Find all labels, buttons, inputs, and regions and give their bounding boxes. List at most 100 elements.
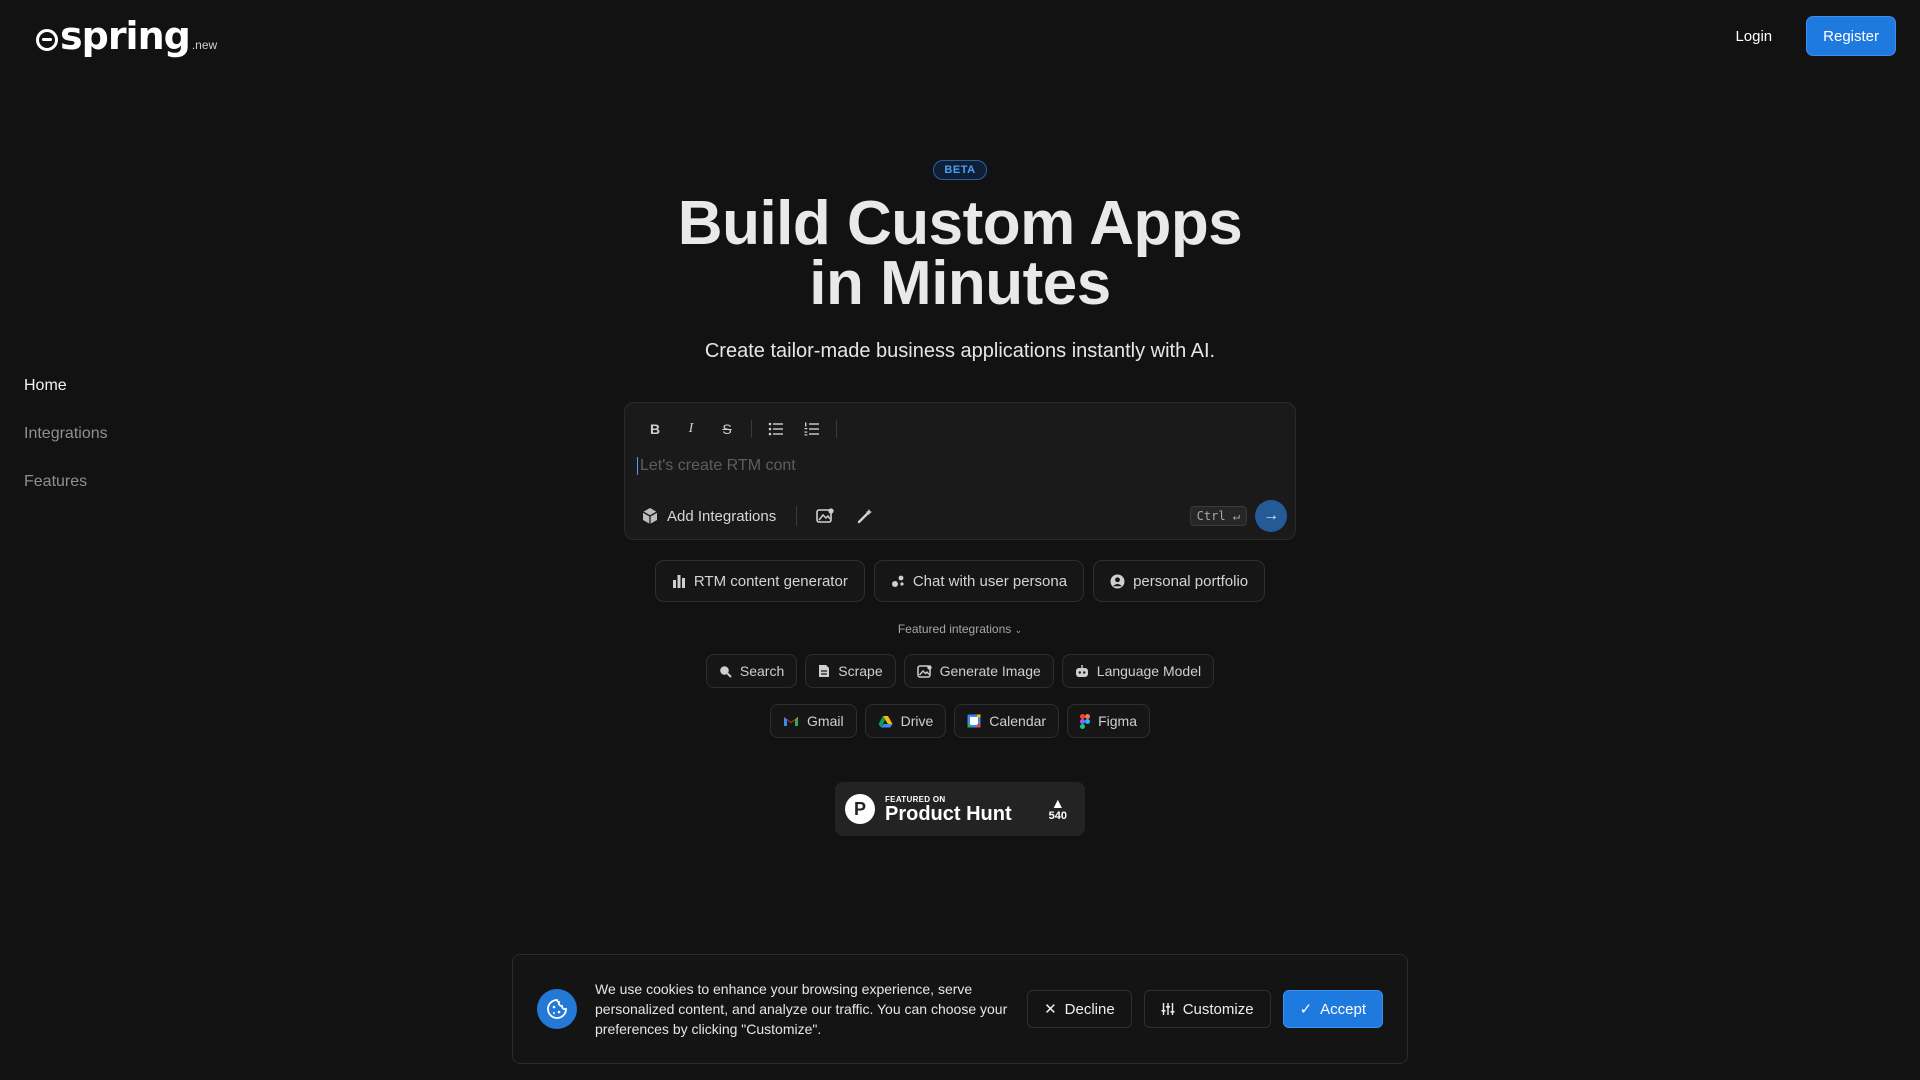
integration-chip-label: Figma xyxy=(1098,713,1137,729)
page: spring .new Login Register Home Integrat… xyxy=(0,0,1920,1080)
logo[interactable]: spring .new xyxy=(36,14,217,58)
bold-button[interactable]: B xyxy=(637,417,673,441)
decline-label: Decline xyxy=(1064,1000,1115,1018)
numbered-list-icon xyxy=(804,422,819,436)
add-integrations-button[interactable]: Add Integrations xyxy=(641,507,776,525)
sliders-icon xyxy=(1161,1003,1175,1015)
cube-icon xyxy=(642,508,658,524)
hero-title-line2: in Minutes xyxy=(809,249,1111,318)
product-hunt-big: Product Hunt xyxy=(885,802,1012,825)
integration-chip-language-model[interactable]: Language Model xyxy=(1061,654,1215,688)
product-hunt-logo-icon: P xyxy=(845,794,875,824)
logo-word: spring xyxy=(60,14,191,58)
user-circle-icon xyxy=(1110,574,1125,588)
arrow-right-icon: → xyxy=(1263,507,1279,524)
product-hunt-badge[interactable]: P FEATURED ON Product Hunt ▲ 540 xyxy=(835,782,1085,836)
accept-label: Accept xyxy=(1320,1000,1366,1018)
accept-button[interactable]: ✓ Accept xyxy=(1282,990,1383,1028)
footer-divider xyxy=(796,506,798,526)
calendar-icon xyxy=(967,714,981,728)
customize-button[interactable]: Customize xyxy=(1143,990,1271,1028)
integration-chip-search[interactable]: Search xyxy=(705,654,798,688)
featured-integrations-toggle[interactable]: Featured integrations ⌄ xyxy=(0,622,1920,636)
featured-integrations-label: Featured integrations xyxy=(897,622,1012,636)
integration-chip-calendar[interactable]: Calendar xyxy=(954,704,1060,738)
suggestion-chip-label: personal portfolio xyxy=(1133,572,1249,590)
integrations-row: Search Scrape Generate Image Language Mo… xyxy=(0,654,1920,688)
customize-label: Customize xyxy=(1182,1000,1254,1018)
cookie-banner: We use cookies to enhance your browsing … xyxy=(512,954,1408,1064)
italic-icon: I xyxy=(688,421,694,436)
close-icon: ✕ xyxy=(1044,1001,1057,1018)
prompt-input[interactable] xyxy=(637,457,1277,475)
toolbar-divider xyxy=(751,420,752,438)
wand-icon xyxy=(858,509,873,524)
sidebar-item-home[interactable]: Home xyxy=(24,376,108,396)
product-hunt-vote-count: 540 xyxy=(1048,810,1067,822)
suggestion-chips: RTM content generator Chat with user per… xyxy=(0,560,1920,602)
strikethrough-icon: S xyxy=(722,421,732,437)
cookie-actions: ✕ Decline Customize ✓ Accept xyxy=(1027,990,1383,1028)
upvote-triangle-icon: ▲ xyxy=(1050,795,1065,811)
italic-button[interactable]: I xyxy=(673,417,709,441)
add-integrations-label: Add Integrations xyxy=(667,507,777,525)
integration-chip-generate-image[interactable]: Generate Image xyxy=(903,654,1054,688)
decline-button[interactable]: ✕ Decline xyxy=(1027,990,1132,1028)
suggestion-chip[interactable]: Chat with user persona xyxy=(873,560,1085,602)
robot-icon xyxy=(1075,664,1088,677)
integration-chip-label: Search xyxy=(739,663,785,679)
integration-chip-drive[interactable]: Drive xyxy=(864,704,947,738)
suggestion-chip[interactable]: personal portfolio xyxy=(1093,560,1266,602)
integration-chip-gmail[interactable]: Gmail xyxy=(770,704,857,738)
document-icon xyxy=(819,665,830,677)
sidebar-item-integrations[interactable]: Integrations xyxy=(24,424,108,444)
sidebar-item-features[interactable]: Features xyxy=(24,472,108,492)
bar-chart-icon xyxy=(672,575,685,588)
integration-chip-label: Calendar xyxy=(989,713,1047,729)
integration-chip-label: Generate Image xyxy=(939,663,1041,679)
image-plus-icon xyxy=(816,508,834,523)
figma-icon xyxy=(1080,713,1091,729)
send-button[interactable]: → xyxy=(1255,500,1287,532)
suggestion-chip-label: RTM content generator xyxy=(693,572,848,590)
numbered-list-button[interactable] xyxy=(794,417,830,441)
hero: BETA Build Custom Apps in Minutes Create… xyxy=(0,160,1920,363)
image-upload-button[interactable] xyxy=(811,502,839,530)
integration-chip-scrape[interactable]: Scrape xyxy=(805,654,896,688)
prompt-editor: B I S Add Integrations xyxy=(624,402,1296,540)
integration-chip-label: Drive xyxy=(900,713,934,729)
hero-subtitle: Create tailor-made business applications… xyxy=(704,340,1216,362)
checkmark-icon: ✓ xyxy=(1299,1001,1313,1018)
register-button[interactable]: Register xyxy=(1806,16,1896,56)
gmail-icon xyxy=(784,717,799,726)
beta-badge: BETA xyxy=(933,160,987,180)
bold-icon: B xyxy=(649,421,661,437)
product-hunt-votes: ▲ 540 xyxy=(1049,796,1067,822)
suggestion-chip[interactable]: RTM content generator xyxy=(654,560,865,602)
strikethrough-button[interactable]: S xyxy=(709,417,745,441)
suggestion-chip-label: Chat with user persona xyxy=(912,572,1068,590)
integrations-row: Gmail Drive Calendar Figma xyxy=(0,704,1920,738)
hero-title-line1: Build Custom Apps xyxy=(677,189,1243,258)
search-icon xyxy=(720,665,732,678)
hero-title: Build Custom Apps in Minutes xyxy=(678,193,1243,315)
integration-chip-label: Scrape xyxy=(838,663,883,679)
integration-chip-label: Gmail xyxy=(807,713,844,729)
bullet-list-icon xyxy=(768,422,783,436)
chat-persona-icon xyxy=(891,575,904,587)
bullet-list-button[interactable] xyxy=(758,417,794,441)
drive-icon xyxy=(878,715,893,727)
logo-mark-icon xyxy=(36,29,58,51)
enhance-prompt-button[interactable] xyxy=(851,502,879,530)
login-button[interactable]: Login xyxy=(1721,18,1786,55)
logo-suffix: .new xyxy=(191,38,218,52)
integration-chip-figma[interactable]: Figma xyxy=(1067,704,1150,738)
editor-footer: Add Integrations Ctrl ↵ → xyxy=(641,500,1287,532)
editor-toolbar: B I S xyxy=(637,417,843,441)
toolbar-divider xyxy=(836,420,837,438)
cookie-text: We use cookies to enhance your browsing … xyxy=(595,981,1008,1037)
send-shortcut-hint: Ctrl ↵ xyxy=(1189,506,1247,526)
chevron-down-icon: ⌄ xyxy=(1014,625,1023,635)
sidebar-nav: Home Integrations Features xyxy=(24,376,108,492)
integration-chip-label: Language Model xyxy=(1096,663,1202,679)
